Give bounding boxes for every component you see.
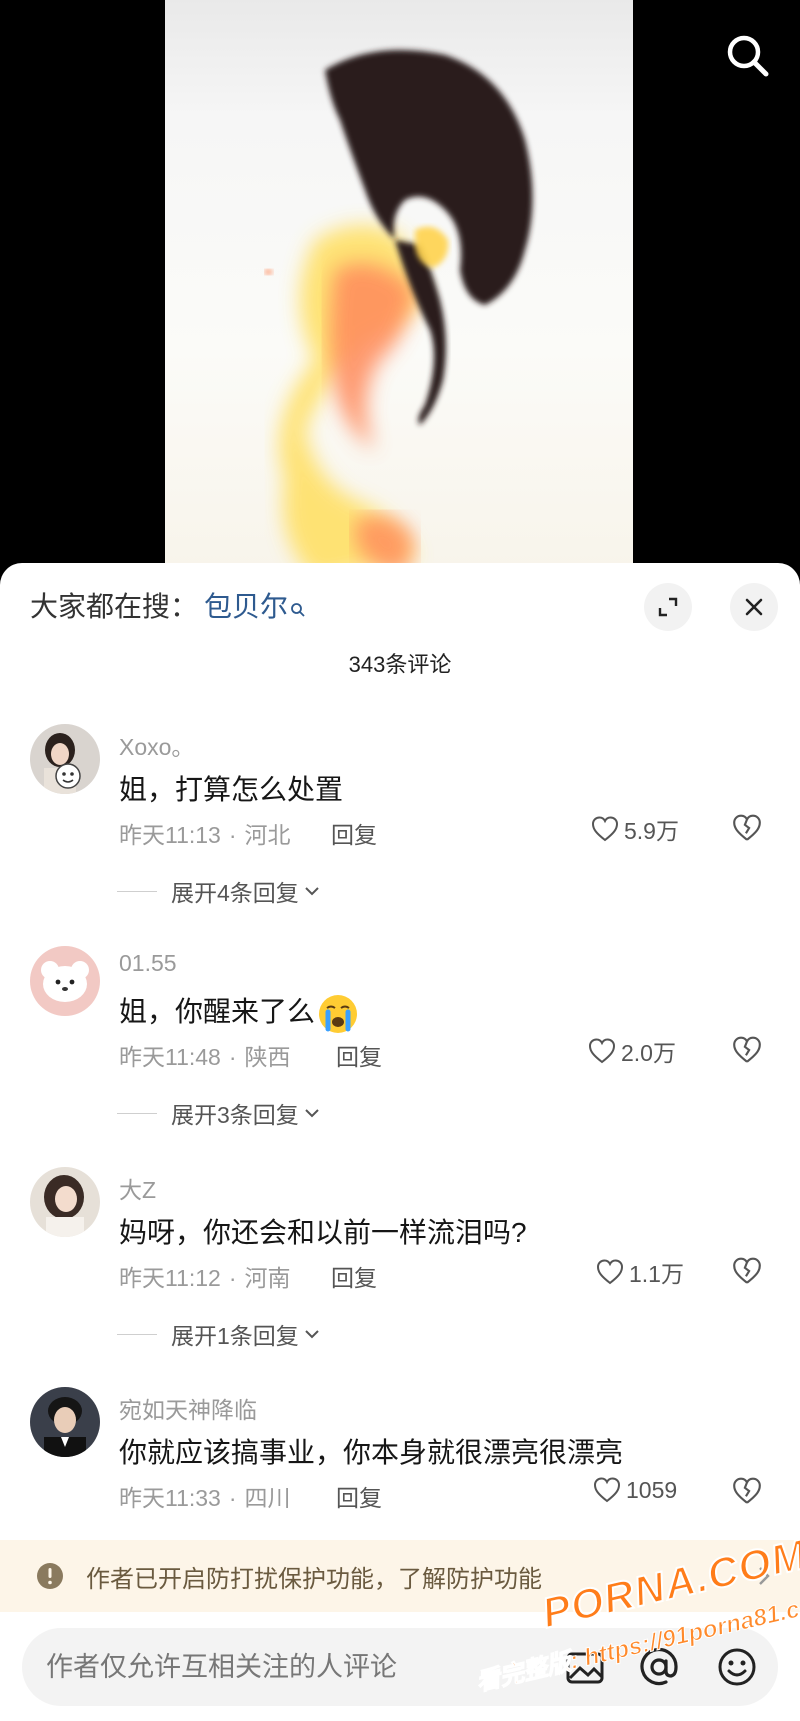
crying-emoji-icon xyxy=(317,993,359,1035)
comment-text: 姐，打算怎么处置 xyxy=(119,774,344,805)
avatar[interactable] xyxy=(30,724,100,794)
protection-notice[interactable]: 作者已开启防打扰保护功能，了解防护功能 xyxy=(0,1540,800,1612)
comment-author[interactable]: 宛如天神降临 xyxy=(119,1391,257,1425)
expand-replies-label: 展开4条回复 xyxy=(171,880,299,906)
dislike-button[interactable] xyxy=(731,1255,763,1287)
heart-icon xyxy=(591,816,619,842)
hot-search-prefix: 大家都在搜： xyxy=(30,591,199,622)
small-search-icon xyxy=(290,587,306,631)
emoji-icon xyxy=(718,1648,756,1686)
comment-location: 河北 xyxy=(244,822,291,848)
like-count: 1059 xyxy=(626,1476,678,1503)
expand-button[interactable] xyxy=(644,583,692,631)
comment-input-wrapper xyxy=(22,1628,778,1706)
comment-author[interactable]: 大Z xyxy=(119,1171,156,1205)
avatar[interactable] xyxy=(30,946,100,1016)
chevron-down-icon xyxy=(305,1330,319,1339)
comment-author[interactable]: Xoxo。 xyxy=(119,728,194,762)
heart-icon xyxy=(596,1259,624,1285)
reply-button[interactable]: 回复 xyxy=(336,1479,382,1513)
broken-heart-icon xyxy=(733,814,761,841)
comment-text-content: 姐，你醒来了么 xyxy=(119,996,316,1027)
comment-meta: 昨天11:13 · 河北 xyxy=(119,822,291,848)
mention-button[interactable] xyxy=(636,1644,682,1690)
expand-replies[interactable]: 展开1条回复 xyxy=(117,1317,321,1351)
comment-meta: 昨天11:12 · 河南 xyxy=(119,1265,291,1291)
dislike-button[interactable] xyxy=(731,1034,763,1066)
dislike-button[interactable] xyxy=(731,812,763,844)
broken-heart-icon xyxy=(733,1257,761,1284)
comment-author[interactable]: 01.55 xyxy=(119,950,177,977)
comment-location: 陕西 xyxy=(244,1044,291,1070)
comment-time: 昨天11:13 xyxy=(119,822,221,848)
comment-time: 昨天11:12 xyxy=(119,1265,221,1291)
close-button[interactable] xyxy=(730,583,778,631)
like-button[interactable]: 2.0万 xyxy=(587,1034,676,1068)
search-icon xyxy=(727,35,769,77)
reply-button[interactable]: 回复 xyxy=(336,1038,382,1072)
expand-replies-label: 展开1条回复 xyxy=(171,1323,299,1349)
expand-icon xyxy=(658,597,678,617)
chevron-down-icon xyxy=(305,1109,319,1118)
like-count: 1.1万 xyxy=(629,1261,684,1287)
comment-time: 昨天11:48 xyxy=(119,1044,221,1070)
comment-location: 河南 xyxy=(244,1265,291,1291)
reply-button[interactable]: 回复 xyxy=(331,1259,377,1293)
like-button[interactable]: 1.1万 xyxy=(595,1255,684,1289)
comment-count: 343条评论 xyxy=(348,652,452,677)
video-player[interactable] xyxy=(0,0,800,580)
at-icon xyxy=(640,1647,678,1686)
comment-text: 妈呀，你还会和以前一样流泪吗? xyxy=(119,1217,527,1248)
expand-replies[interactable]: 展开4条回复 xyxy=(117,874,321,908)
close-icon xyxy=(745,598,763,616)
hot-search-keyword[interactable]: 包贝尔 xyxy=(204,591,288,622)
dislike-button[interactable] xyxy=(731,1475,763,1507)
comment-input[interactable] xyxy=(46,1628,546,1706)
like-button[interactable]: 5.9万 xyxy=(590,812,679,846)
emoji-button[interactable] xyxy=(714,1644,760,1690)
heart-icon xyxy=(593,1477,621,1503)
image-button[interactable] xyxy=(562,1644,608,1690)
broken-heart-icon xyxy=(733,1036,761,1063)
like-button[interactable]: 1059 xyxy=(592,1475,677,1505)
heart-icon xyxy=(588,1038,616,1064)
chevron-down-icon xyxy=(305,887,319,896)
broken-heart-icon xyxy=(733,1477,761,1504)
notice-text: 作者已开启防打扰保护功能，了解防护功能 xyxy=(86,1565,542,1593)
reply-button[interactable]: 回复 xyxy=(331,816,377,850)
comment-text: 你就应该搞事业，你本身就很漂亮很漂亮 xyxy=(119,1437,624,1468)
avatar[interactable] xyxy=(30,1387,100,1457)
alert-icon xyxy=(37,1563,63,1589)
avatar[interactable] xyxy=(30,1167,100,1237)
comment-text: 姐，你醒来了么 xyxy=(119,990,359,1035)
video-image xyxy=(265,50,533,580)
like-count: 5.9万 xyxy=(624,818,679,844)
comment-meta: 昨天11:33 · 四川 xyxy=(119,1485,291,1511)
search-button[interactable] xyxy=(722,30,774,82)
hot-search: 大家都在搜： 包贝尔 xyxy=(30,585,306,631)
comment-time: 昨天11:33 xyxy=(119,1485,221,1511)
comment-input-bar xyxy=(0,1612,800,1721)
chevron-right-icon xyxy=(759,1567,770,1585)
comment-meta: 昨天11:48 · 陕西 xyxy=(119,1044,291,1070)
video-frame xyxy=(165,0,633,580)
like-count: 2.0万 xyxy=(621,1040,676,1066)
expand-replies-label: 展开3条回复 xyxy=(171,1102,299,1128)
image-icon xyxy=(566,1652,604,1684)
comment-location: 四川 xyxy=(244,1485,291,1511)
expand-replies[interactable]: 展开3条回复 xyxy=(117,1096,321,1130)
